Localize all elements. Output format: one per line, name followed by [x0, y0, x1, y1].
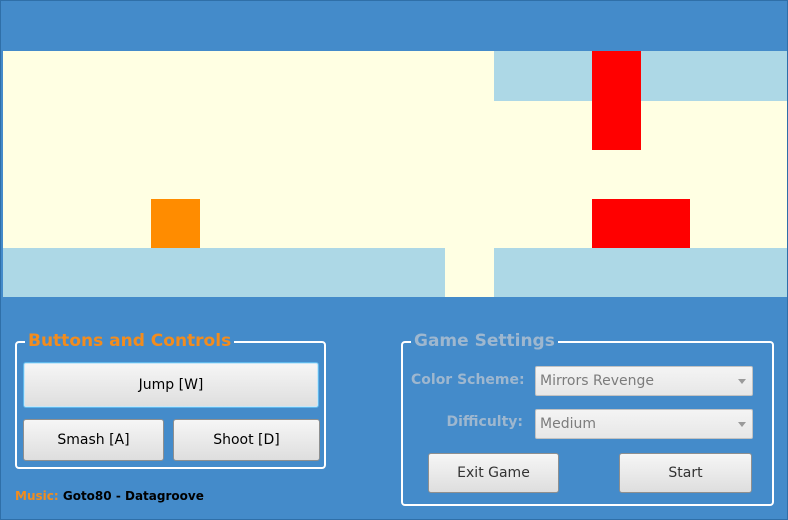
ground-obstacle — [592, 199, 690, 248]
smash-button[interactable]: Smash [A] — [23, 419, 164, 461]
settings-group: Game Settings Color Scheme: Mirrors Reve… — [401, 331, 774, 506]
player-block — [151, 199, 200, 248]
controls-group: Buttons and Controls Jump [W] Smash [A] … — [15, 331, 326, 469]
chevron-down-icon — [738, 422, 746, 427]
music-separator: - — [115, 489, 121, 503]
exit-game-button[interactable]: Exit Game — [428, 453, 559, 493]
music-artist: Goto80 — [62, 489, 112, 503]
floor-platform-right — [494, 248, 787, 297]
color-scheme-value: Mirrors Revenge — [540, 373, 654, 389]
start-button[interactable]: Start — [619, 453, 752, 493]
difficulty-label: Difficulty: — [446, 414, 523, 430]
hanging-obstacle — [592, 51, 641, 150]
music-label: Music: — [15, 489, 59, 503]
music-track: Datagroove — [124, 489, 204, 503]
jump-button[interactable]: Jump [W] — [23, 362, 319, 408]
color-scheme-label: Color Scheme: — [411, 372, 525, 388]
difficulty-value: Medium — [540, 416, 596, 432]
game-playfield — [3, 51, 787, 297]
difficulty-select[interactable]: Medium — [535, 409, 753, 439]
music-credit: Music: Goto80 - Datagroove — [15, 489, 204, 503]
game-window: Buttons and Controls Jump [W] Smash [A] … — [0, 0, 788, 520]
floor-platform-left — [3, 248, 445, 297]
shoot-button[interactable]: Shoot [D] — [173, 419, 320, 461]
color-scheme-select[interactable]: Mirrors Revenge — [535, 366, 753, 396]
chevron-down-icon — [738, 379, 746, 384]
settings-group-title: Game Settings — [411, 331, 558, 351]
controls-group-title: Buttons and Controls — [25, 331, 235, 351]
